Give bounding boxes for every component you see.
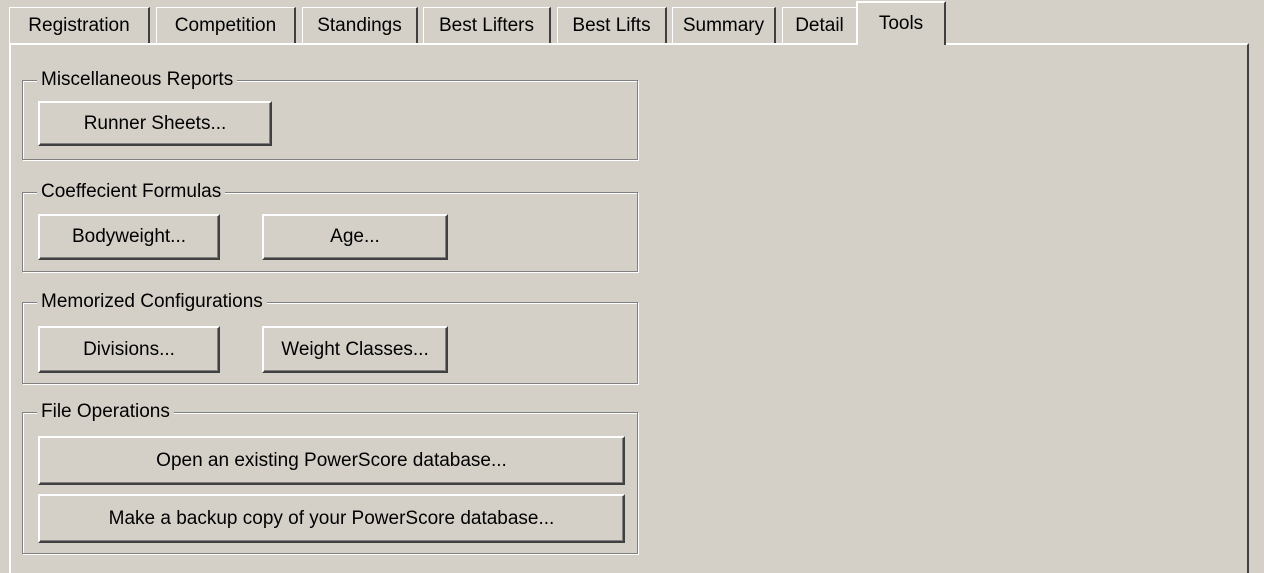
tab-tools[interactable]: Tools <box>856 1 946 45</box>
tab-competition[interactable]: Competition <box>156 7 296 43</box>
tab-label: Best Lifters <box>438 14 535 36</box>
age-label: Age... <box>330 226 380 247</box>
coeff-formulas-title: Coeffecient Formulas <box>37 181 226 203</box>
file-operations-title: File Operations <box>37 401 174 423</box>
misc-reports-title: Miscellaneous Reports <box>37 69 238 91</box>
open-database-button[interactable]: Open an existing PowerScore database... <box>38 436 625 485</box>
tab-summary[interactable]: Summary <box>672 7 776 43</box>
tab-label: Standings <box>317 14 402 36</box>
backup-database-label: Make a backup copy of your PowerScore da… <box>108 507 555 529</box>
weight-classes-button[interactable]: Weight Classes... <box>262 326 448 373</box>
bodyweight-button[interactable]: Bodyweight... <box>38 214 220 260</box>
tab-standings[interactable]: Standings <box>302 7 418 43</box>
age-button[interactable]: Age... <box>262 214 448 260</box>
tab-label: Best Lifts <box>572 14 651 36</box>
tab-label: Tools <box>878 13 924 34</box>
divisions-label: Divisions... <box>83 338 175 360</box>
tab-detail[interactable]: Detail <box>782 7 858 43</box>
tab-label: Summary <box>682 14 765 36</box>
tab-registration[interactable]: Registration <box>9 7 150 43</box>
tab-label: Registration <box>28 14 130 36</box>
tab-label: Detail <box>795 14 844 36</box>
memorized-configs-title: Memorized Configurations <box>37 291 267 313</box>
divisions-button[interactable]: Divisions... <box>38 326 220 373</box>
open-database-label: Open an existing PowerScore database... <box>156 449 507 471</box>
backup-database-button[interactable]: Make a backup copy of your PowerScore da… <box>38 494 625 543</box>
bodyweight-label: Bodyweight... <box>71 226 187 247</box>
tab-best-lifts[interactable]: Best Lifts <box>557 7 667 43</box>
tab-strip: Registration Competition Standings Best … <box>9 0 1264 45</box>
weight-classes-label: Weight Classes... <box>281 338 429 360</box>
runner-sheets-label: Runner Sheets... <box>83 112 227 134</box>
runner-sheets-button[interactable]: Runner Sheets... <box>38 101 272 146</box>
tab-best-lifters[interactable]: Best Lifters <box>423 7 551 43</box>
tab-label: Competition <box>174 14 277 36</box>
